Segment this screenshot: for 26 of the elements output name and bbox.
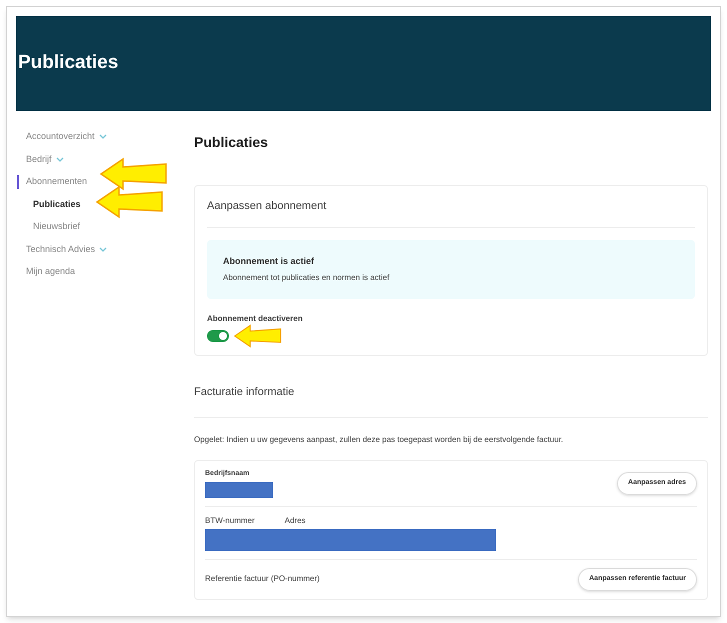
field-label: Referentie factuur (PO-nummer)	[205, 573, 320, 586]
section-title: Facturatie informatie	[194, 384, 708, 418]
chevron-down-icon	[98, 134, 107, 140]
sidebar-item[interactable]: Mijn agenda	[26, 265, 76, 278]
alert-text: Abonnement tot publicaties en normen is actief	[223, 272, 390, 284]
toggle-label: Abonnement deactiveren	[207, 313, 303, 325]
sidebar-subitem[interactable]: Nieuwsbrief	[33, 220, 80, 234]
alert-title: Abonnement is actief	[223, 254, 316, 268]
billing-note: Opgelet: Indien u uw gegevens aanpast, zullen deze pas toegepast worden bij de eerstvolgende factuur.	[194, 434, 564, 446]
pointer-arrow	[99, 157, 169, 191]
sidebar-item[interactable]: Technisch Advies	[26, 242, 96, 256]
chevron-down-icon	[56, 156, 64, 162]
page-title: Publicaties	[194, 133, 269, 152]
pointer-arrow	[95, 185, 165, 219]
field-label: BTW-nummer	[205, 515, 255, 527]
pointer-arrow	[233, 324, 283, 348]
sidebar-item[interactable]: Accountoverzicht	[26, 130, 95, 144]
sidebar-item[interactable]: Bedrijf	[26, 152, 52, 166]
sidebar-subitem[interactable]: Publicaties	[33, 198, 81, 211]
field-label: Adres	[284, 515, 306, 527]
banner-title: Publicaties	[18, 51, 118, 76]
toggle-switch[interactable]	[207, 330, 229, 342]
chevron-down-icon	[99, 246, 108, 252]
sidebar-item[interactable]: Abonnementen	[26, 175, 88, 188]
card-title: Aanpassen abonnement	[207, 198, 695, 228]
redaction-block	[205, 482, 273, 498]
